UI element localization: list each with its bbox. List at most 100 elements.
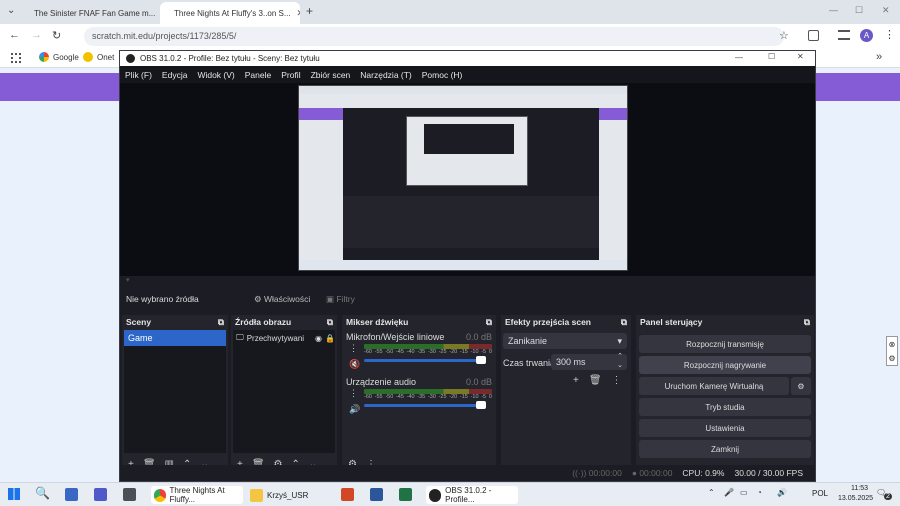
language-indicator[interactable]: POL [812,489,828,498]
settings-button[interactable]: Ustawienia [639,419,811,437]
source-item[interactable]: 🖵 Przechwytywani ◉ 🔒 [233,330,335,346]
scenes-title: Sceny [126,317,152,327]
gear-icon: ⚙ [797,381,805,391]
avatar[interactable]: A [860,29,873,42]
channel-name: Urządzenie audio [346,377,417,387]
exit-button[interactable]: Zamknij [639,440,811,458]
excel-icon[interactable] [399,488,412,501]
menu-file[interactable]: Plik (F) [125,70,152,80]
powerpoint-icon[interactable] [341,488,354,501]
extensions-icon[interactable] [808,30,819,41]
teams-icon[interactable] [94,488,107,501]
menu-tools[interactable]: Narzędzia (T) [360,70,411,80]
tab-search-icon[interactable]: ⌄ [7,5,15,16]
site-background-left [0,68,119,482]
battery-icon[interactable]: ▭ [740,488,748,497]
undock-icon[interactable]: ⧉ [621,317,627,328]
more-bookmarks-icon[interactable]: » [876,51,882,63]
bookmark-onet[interactable]: Onet [83,52,114,62]
wifi-icon[interactable]: ◔ [757,488,762,497]
back-icon[interactable]: ← [9,29,20,41]
undock-icon[interactable]: ⧉ [327,317,333,328]
speaker-icon[interactable]: 🔊 [349,404,360,415]
volume-slider[interactable] [364,356,486,364]
channel-menu-icon[interactable]: ⋮ [349,343,358,354]
clock[interactable]: 11:53 13.05.2025 [838,484,873,504]
menu-docks[interactable]: Panele [245,70,271,80]
clock-time: 11:53 [851,485,868,492]
obs-maximize-icon[interactable]: ☐ [768,52,775,61]
word-icon[interactable] [370,488,383,501]
maximize-icon[interactable]: ☐ [855,5,863,16]
filters-label: Filtry [336,294,355,304]
url-field[interactable]: scratch.mit.edu/projects/1173/285/5/ [84,27,784,46]
mic-muted-icon[interactable]: 🔇 [349,359,360,370]
slider-knob[interactable] [476,401,486,409]
new-tab-button[interactable]: + [306,4,313,18]
add-icon[interactable]: + [573,375,579,386]
sources-dock: Źródła obrazu ⧉ 🖵 Przechwytywani ◉ 🔒 + 🗑 ⚙ ⌃… [231,315,337,475]
close-window-icon[interactable]: ✕ [882,5,890,16]
menu-profile[interactable]: Profil [281,70,300,80]
volume-icon[interactable]: 🔊 [777,488,787,497]
menu-edit[interactable]: Edycja [162,70,188,80]
folder-icon [250,488,263,502]
controls-dock: Panel sterujący ⧉ Rozpocznij transmisję R… [636,315,814,475]
apps-icon[interactable] [11,53,21,63]
minimize-icon[interactable]: — [829,5,838,15]
menu-view[interactable]: Widok (V) [197,70,234,80]
settings-icon[interactable]: ⚙ [888,354,895,363]
taskbar-item-folder[interactable]: Krzyś_USR [247,486,327,504]
scene-item[interactable]: Game [124,330,226,346]
media-icon[interactable] [838,30,850,40]
obs-close-icon[interactable]: ✕ [797,52,804,61]
bookmark-google[interactable]: Google [39,52,79,62]
microphone-icon[interactable]: 🎤 [724,488,734,497]
bookmark-star-icon[interactable]: ☆ [779,29,789,42]
volume-slider[interactable] [364,401,486,409]
eye-icon[interactable]: ◉ [315,334,322,343]
close-tab-icon[interactable]: ✕ [297,8,300,19]
undock-icon[interactable]: ⧉ [218,317,224,328]
trash-icon[interactable]: 🗑 [589,375,602,386]
chrome-icon [154,488,166,502]
start-recording-button[interactable]: Rozpocznij nagrywanie [639,356,811,374]
browser-tab-2[interactable]: Three Nights At Fluffy's 3..on S... ✕ [160,2,300,24]
fps-readout: 30.00 / 30.00 FPS [734,468,803,478]
obs-minimize-icon[interactable]: — [735,53,743,62]
stepper-icon[interactable]: ⌃ ⌄ [617,352,623,370]
browser-tab-1[interactable]: The Sinister FNAF Fan Game m... ✕ [20,2,160,24]
taskbar-item-obs[interactable]: OBS 31.0.2 - Profile... [426,486,518,504]
calculator-icon[interactable] [123,488,136,501]
controls-title: Panel sterujący [640,317,703,327]
tray-chevron-icon[interactable]: ⌃ [708,488,715,497]
slider-knob[interactable] [476,356,486,364]
windows-start-icon[interactable] [8,488,20,500]
reload-icon[interactable]: ↻ [52,29,61,42]
side-widget[interactable]: ⊗ ⚙ [886,336,898,366]
search-icon[interactable]: 🔍 [35,486,50,500]
menu-icon[interactable]: ⋮ [884,28,895,41]
virtual-camera-settings-button[interactable]: ⚙ [791,377,811,395]
channel-menu-icon[interactable]: ⋮ [349,388,358,399]
menu-help[interactable]: Pomoc (H) [422,70,463,80]
menu-scene-collection[interactable]: Zbiór scen [311,70,351,80]
obs-menubar: Plik (F) Edycja Widok (V) Panele Profil … [120,66,815,83]
save-app-icon[interactable] [65,488,78,501]
forward-icon[interactable]: → [31,29,42,41]
close-icon[interactable]: ⊗ [889,340,896,349]
start-virtual-camera-button[interactable]: Uruchom Kamerę Wirtualną [639,377,789,395]
filters-button[interactable]: ▣ Filtry [326,294,355,305]
duration-field[interactable]: 300 ms ⌃ ⌄ [551,352,627,370]
taskbar-item-browser[interactable]: Three Nights At Fluffy... [151,486,243,504]
preview-canvas[interactable] [298,85,628,271]
studio-mode-button[interactable]: Tryb studia [639,398,811,416]
undock-icon[interactable]: ⧉ [486,317,492,328]
properties-button[interactable]: ⚙ Właściwości [254,294,310,305]
transition-select[interactable]: Zanikanie ▾ [503,333,627,349]
channel-name: Mikrofon/Wejście liniowe [346,332,445,342]
undock-icon[interactable]: ⧉ [804,317,810,328]
start-streaming-button[interactable]: Rozpocznij transmisję [639,335,811,353]
menu-icon[interactable]: ⋮ [612,375,622,386]
lock-icon[interactable]: 🔒 [325,334,335,343]
